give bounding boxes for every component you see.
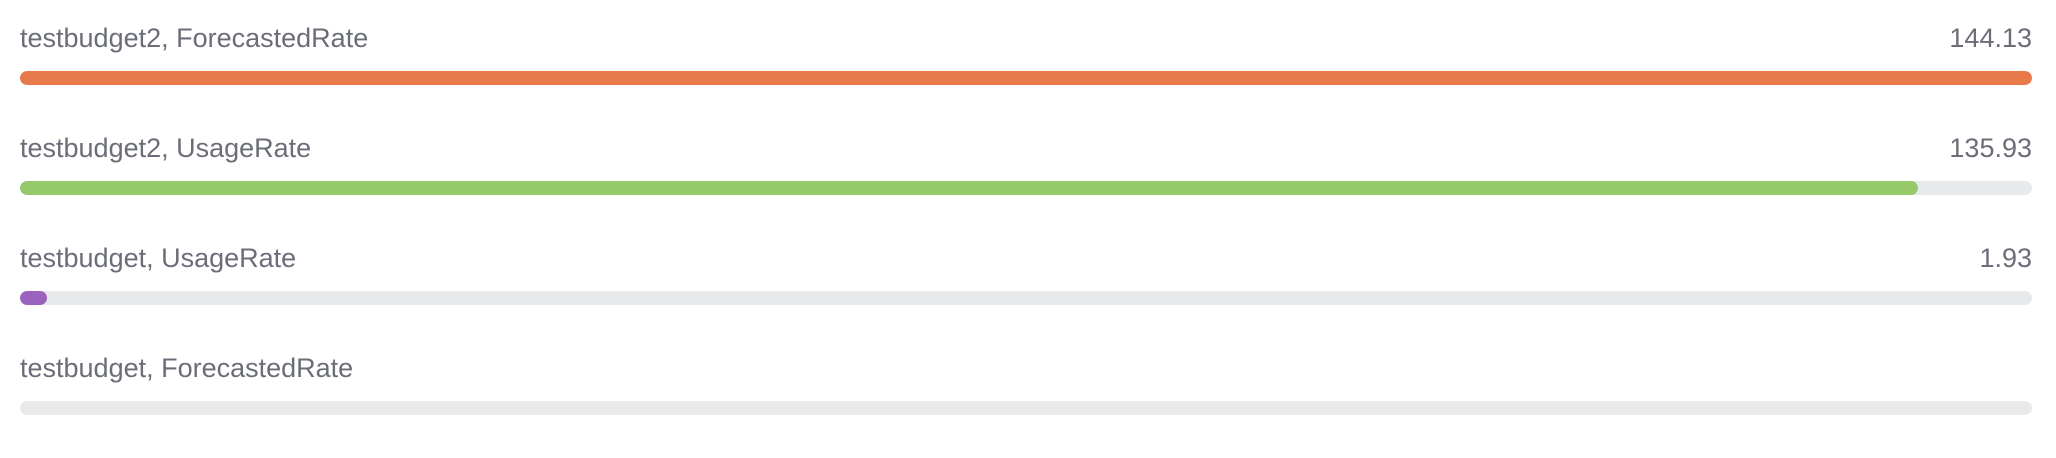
bar-value: 1.93 bbox=[1979, 243, 2032, 273]
bar-list: testbudget2, ForecastedRate 144.13 testb… bbox=[0, 0, 2056, 458]
bar-row-header: testbudget, UsageRate 1.93 bbox=[20, 238, 2032, 278]
bar-row-header: testbudget2, ForecastedRate 144.13 bbox=[20, 18, 2032, 58]
bar-track bbox=[20, 401, 2032, 415]
bar-label: testbudget2, ForecastedRate bbox=[20, 23, 369, 53]
bar-fill bbox=[20, 71, 2032, 85]
bar-row: testbudget2, ForecastedRate 144.13 bbox=[20, 18, 2032, 128]
bar-label: testbudget2, UsageRate bbox=[20, 133, 312, 163]
bar-row: testbudget, UsageRate 1.93 bbox=[20, 238, 2032, 348]
bar-value: 135.93 bbox=[1949, 133, 2032, 163]
bar-row: testbudget, ForecastedRate bbox=[20, 348, 2032, 458]
bar-track bbox=[20, 71, 2032, 85]
bar-fill bbox=[20, 291, 48, 305]
bar-label: testbudget, UsageRate bbox=[20, 243, 297, 273]
bar-value: 144.13 bbox=[1949, 23, 2032, 53]
bar-fill bbox=[20, 181, 1918, 195]
bar-track bbox=[20, 181, 2032, 195]
bar-row-header: testbudget, ForecastedRate bbox=[20, 348, 2032, 388]
bar-track bbox=[20, 291, 2032, 305]
bar-row: testbudget2, UsageRate 135.93 bbox=[20, 128, 2032, 238]
bar-label: testbudget, ForecastedRate bbox=[20, 353, 354, 383]
bar-row-header: testbudget2, UsageRate 135.93 bbox=[20, 128, 2032, 168]
